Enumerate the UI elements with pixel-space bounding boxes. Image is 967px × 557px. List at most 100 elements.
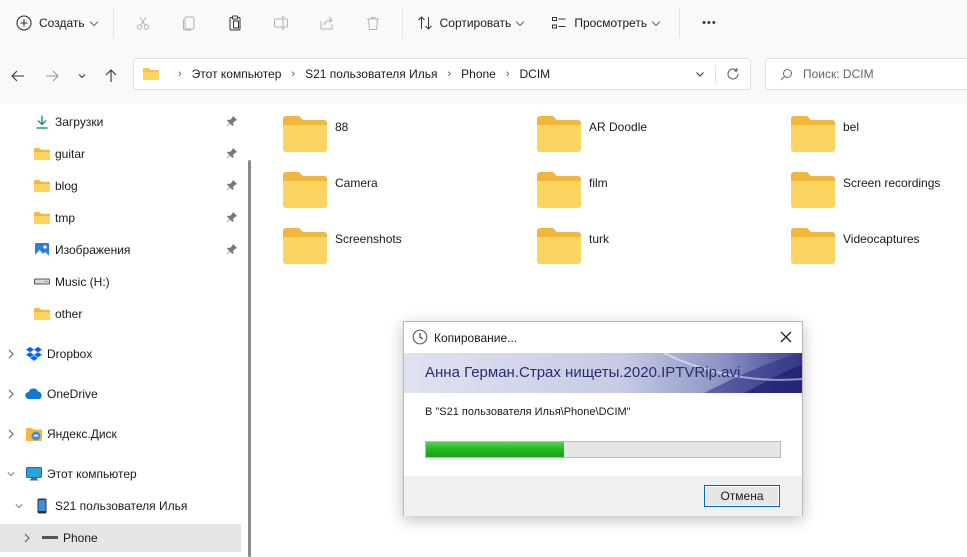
search-input[interactable]: Поиск: DCIM bbox=[765, 58, 967, 90]
command-bar: Создать Сортировать Просмотреть ••• bbox=[0, 0, 967, 46]
forward-button[interactable] bbox=[42, 66, 62, 86]
breadcrumb-item-device[interactable]: S21 пользователя Илья bbox=[305, 67, 437, 81]
sidebar-item-label: Этот компьютер bbox=[47, 467, 137, 481]
sidebar-item-tmp[interactable]: tmp bbox=[0, 204, 241, 232]
sidebar-item-onedrive[interactable]: OneDrive bbox=[0, 380, 241, 408]
progress-fill bbox=[426, 442, 565, 457]
sort-icon bbox=[417, 16, 432, 30]
sidebar-item-label: guitar bbox=[55, 147, 86, 161]
folder-icon bbox=[791, 172, 835, 208]
create-button[interactable]: Создать bbox=[8, 7, 105, 39]
chevron-down-icon[interactable] bbox=[7, 470, 15, 478]
breadcrumb-item-phone[interactable]: Phone bbox=[461, 67, 496, 81]
sort-button[interactable]: Сортировать bbox=[409, 7, 532, 39]
create-label: Создать bbox=[39, 16, 85, 30]
folder-item[interactable]: film bbox=[537, 168, 608, 212]
sidebar-item-this-pc[interactable]: Этот компьютер bbox=[0, 460, 241, 488]
sidebar-item-dropbox[interactable]: Dropbox bbox=[0, 340, 241, 368]
sidebar-item-phone[interactable]: Phone bbox=[0, 524, 241, 552]
folder-name: film bbox=[589, 176, 608, 190]
sidebar-item-label: OneDrive bbox=[47, 387, 98, 401]
drive-icon bbox=[33, 274, 51, 290]
dialog-banner: Анна Герман.Страх нищеты.2020.IPTVRip.av… bbox=[404, 353, 802, 393]
sidebar-item-label: Загрузки bbox=[55, 115, 104, 129]
folder-item[interactable]: AR Doodle bbox=[537, 112, 647, 156]
sidebar-item-label: tmp bbox=[55, 211, 76, 225]
chevron-right-icon[interactable] bbox=[23, 533, 31, 543]
breadcrumb-item-dcim[interactable]: DCIM bbox=[520, 67, 551, 81]
folder-item[interactable]: 88 bbox=[283, 112, 348, 156]
folder-icon bbox=[283, 116, 327, 152]
sort-label: Сортировать bbox=[439, 16, 512, 30]
breadcrumb-item-computer[interactable]: Этот компьютер bbox=[192, 67, 282, 81]
up-button[interactable] bbox=[101, 66, 121, 86]
pin-icon bbox=[226, 211, 238, 226]
folder-name: Screenshots bbox=[335, 232, 402, 246]
dialog-titlebar[interactable]: Копирование... bbox=[404, 322, 802, 353]
dialog-title: Копирование... bbox=[434, 330, 518, 345]
folder-item[interactable]: turk bbox=[537, 224, 609, 268]
folder-item[interactable]: Videocaptures bbox=[791, 224, 920, 268]
share-button[interactable] bbox=[304, 7, 350, 39]
breadcrumb-separator: › bbox=[178, 68, 182, 80]
folder-name: Screen recordings bbox=[843, 176, 941, 190]
chevron-right-icon[interactable] bbox=[7, 349, 15, 359]
folder-icon bbox=[33, 146, 51, 162]
chevron-down-icon[interactable] bbox=[15, 502, 23, 510]
folder-icon bbox=[537, 116, 581, 152]
sidebar-item-music-drive[interactable]: Music (H:) bbox=[0, 268, 241, 296]
plus-circle-icon bbox=[16, 15, 32, 31]
trash-icon bbox=[366, 17, 379, 30]
folder-name: bel bbox=[843, 120, 860, 134]
address-bar[interactable]: › Этот компьютер › S21 пользователя Илья… bbox=[133, 58, 751, 90]
rename-button[interactable] bbox=[258, 7, 304, 39]
chevron-down-icon bbox=[516, 17, 525, 26]
sidebar-item-pictures[interactable]: Изображения bbox=[0, 236, 241, 264]
paste-button[interactable] bbox=[212, 7, 258, 39]
sidebar-item-label: Music (H:) bbox=[55, 275, 110, 289]
folder-item[interactable]: Screen recordings bbox=[791, 168, 940, 212]
sidebar-item-device-s21[interactable]: S21 пользователя Илья bbox=[0, 492, 241, 520]
yandex-disk-icon bbox=[25, 426, 43, 442]
close-icon[interactable] bbox=[779, 330, 793, 344]
chevron-right-icon[interactable] bbox=[7, 389, 15, 399]
sidebar-scrollbar-thumb[interactable] bbox=[248, 160, 251, 557]
toolbar-divider bbox=[401, 8, 403, 38]
sidebar-item-other[interactable]: other bbox=[0, 300, 241, 328]
sidebar-item-yandex-disk[interactable]: Яндекс.Диск bbox=[0, 420, 241, 448]
back-button[interactable] bbox=[8, 66, 28, 86]
cancel-button[interactable]: Отмена bbox=[704, 485, 780, 507]
share-icon bbox=[320, 16, 333, 30]
refresh-button[interactable] bbox=[716, 67, 750, 81]
onedrive-icon bbox=[25, 386, 43, 402]
breadcrumb-separator: › bbox=[447, 68, 452, 80]
folder-icon bbox=[33, 178, 51, 194]
view-label: Просмотреть bbox=[574, 16, 648, 30]
folder-item[interactable]: bel bbox=[791, 112, 859, 156]
sidebar-item-blog[interactable]: blog bbox=[0, 172, 241, 200]
folder-item[interactable]: Screenshots bbox=[283, 224, 402, 268]
arrow-right-icon bbox=[46, 70, 59, 82]
chevron-right-icon[interactable] bbox=[7, 429, 15, 439]
folder-icon bbox=[143, 68, 159, 80]
sidebar-item-downloads[interactable]: Загрузки bbox=[0, 108, 241, 136]
address-row: › Этот компьютер › S21 пользователя Илья… bbox=[0, 46, 967, 104]
rename-icon bbox=[273, 16, 288, 30]
folder-item[interactable]: Camera bbox=[283, 168, 378, 212]
copy-button[interactable] bbox=[166, 7, 212, 39]
drive-icon bbox=[41, 530, 59, 546]
folder-name: Videocaptures bbox=[843, 232, 920, 246]
sidebar-item-guitar[interactable]: guitar bbox=[0, 140, 241, 168]
more-options-button[interactable]: ••• bbox=[694, 7, 725, 39]
delete-button[interactable] bbox=[350, 7, 396, 39]
pin-icon bbox=[226, 179, 238, 194]
address-bar-actions bbox=[685, 59, 750, 89]
cut-button[interactable] bbox=[120, 7, 166, 39]
search-placeholder: Поиск: DCIM bbox=[803, 67, 874, 81]
recent-locations-button[interactable] bbox=[72, 66, 92, 86]
pin-icon bbox=[226, 115, 238, 130]
view-button[interactable]: Просмотреть bbox=[543, 7, 667, 39]
copy-icon bbox=[182, 16, 195, 31]
address-history-button[interactable] bbox=[685, 69, 715, 79]
clipboard-icon bbox=[229, 15, 241, 31]
